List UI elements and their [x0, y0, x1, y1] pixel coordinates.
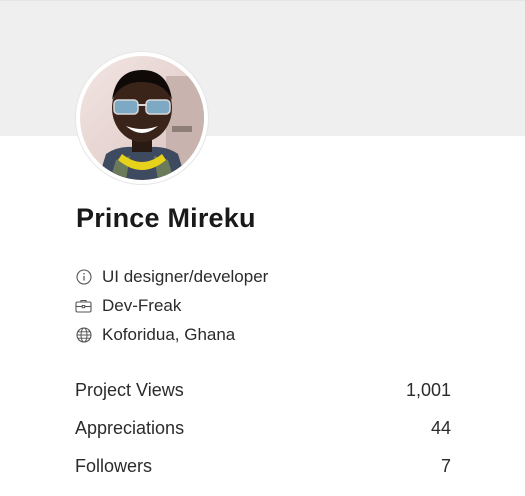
info-occupation: UI designer/developer — [75, 266, 268, 288]
stat-value: 1,001 — [405, 379, 451, 400]
profile-name: Prince Mireku — [76, 203, 256, 233]
stat-project-views: Project Views 1,001 — [75, 377, 451, 403]
info-company-text: Dev-Freak — [102, 296, 182, 315]
stat-label: Followers — [75, 455, 153, 476]
info-occupation-text: UI designer/developer — [102, 267, 269, 286]
stat-value: 44 — [430, 417, 451, 438]
stat-appreciations: Appreciations 44 — [75, 415, 451, 441]
globe-icon — [75, 327, 92, 344]
info-company: Dev-Freak — [75, 295, 181, 317]
stat-label: Project Views — [75, 379, 184, 400]
avatar[interactable] — [76, 52, 208, 184]
info-icon — [75, 269, 92, 286]
briefcase-icon — [75, 298, 92, 315]
stat-label: Appreciations — [75, 417, 185, 438]
avatar-photo — [80, 56, 204, 180]
info-location-text: Koforidua, Ghana — [102, 325, 236, 344]
stat-followers[interactable]: Followers 7 — [75, 453, 451, 479]
info-location: Koforidua, Ghana — [75, 324, 235, 346]
stat-value: 7 — [440, 455, 451, 476]
